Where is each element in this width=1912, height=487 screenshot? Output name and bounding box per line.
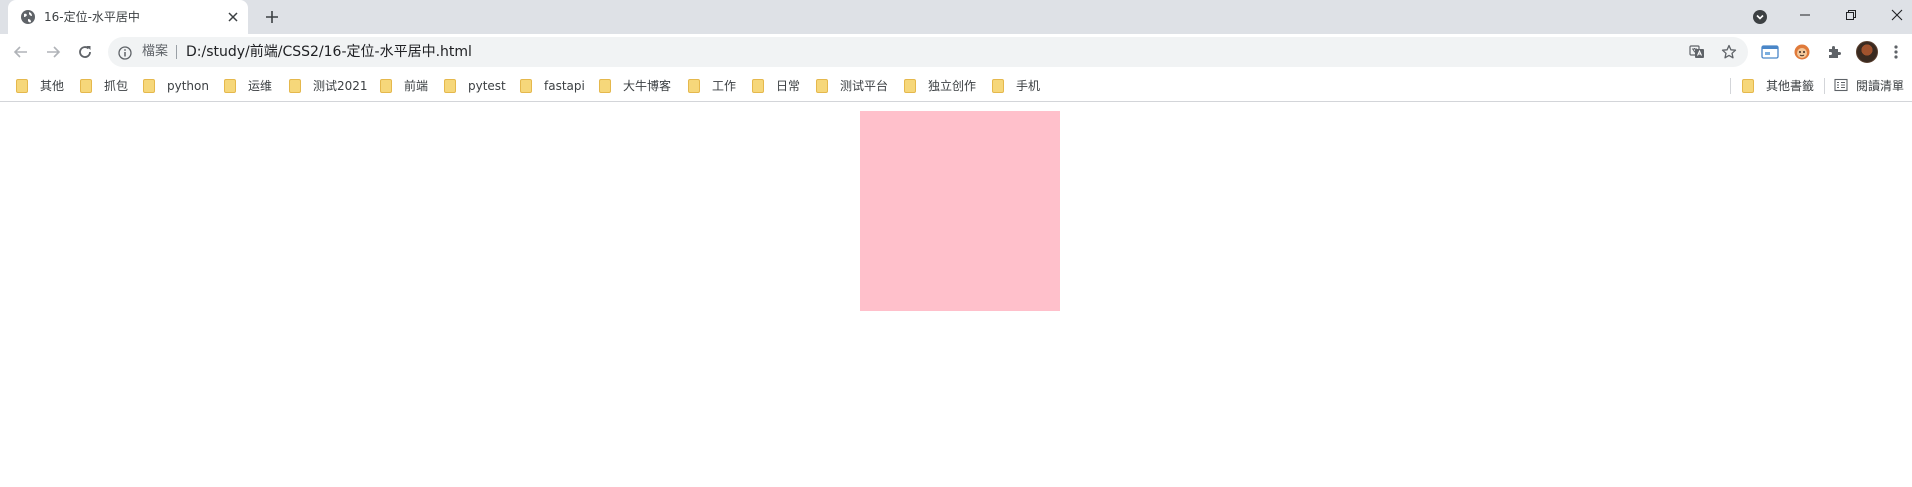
more-menu-icon[interactable] — [1886, 40, 1906, 64]
folder-icon — [289, 79, 301, 93]
globe-icon — [20, 9, 36, 25]
bookmark-label: 抓包 — [104, 79, 129, 93]
bookmark-folder[interactable]: 其他 — [16, 76, 64, 96]
other-bookmarks-folder[interactable]: 其他書籤 — [1742, 76, 1814, 96]
new-tab-button[interactable] — [260, 5, 284, 29]
folder-icon — [752, 79, 764, 93]
bookmark-folder[interactable]: 测试平台 — [816, 76, 888, 96]
divider — [1824, 78, 1825, 94]
page-viewport — [0, 103, 1912, 487]
bookmark-label: 前端 — [404, 79, 429, 93]
forward-arrow-icon[interactable] — [40, 39, 66, 65]
divider — [1730, 78, 1731, 94]
monkey-extension-icon[interactable] — [1792, 42, 1812, 62]
browser-toolbar: 檔案 D:/study/前端/CSS2/16-定位-水平居中.html — [0, 34, 1912, 70]
bookmark-folder[interactable]: 手机 — [992, 76, 1040, 96]
bookmark-label: python — [167, 79, 209, 93]
active-tab[interactable]: 16-定位-水平居中 — [8, 0, 248, 34]
bookmark-label: 日常 — [776, 79, 801, 93]
reading-list-label: 閱讀清單 — [1856, 79, 1905, 93]
profile-avatar[interactable] — [1856, 41, 1878, 63]
bookmark-label: 其他 — [40, 79, 65, 93]
bookmark-label: 测试2021 — [313, 79, 368, 93]
bookmark-label: 工作 — [712, 79, 737, 93]
reading-list-button[interactable]: 閱讀清單 — [1834, 76, 1904, 96]
folder-icon — [380, 79, 392, 93]
tab-title: 16-定位-水平居中 — [44, 10, 140, 24]
bookmark-folder[interactable]: 独立创作 — [904, 76, 976, 96]
bookmark-label: fastapi — [544, 79, 585, 93]
divider — [176, 45, 177, 59]
bookmark-label: 手机 — [1016, 79, 1041, 93]
bookmark-folder[interactable]: 运维 — [224, 76, 272, 96]
bookmarks-bar: 其他 抓包 python 运维 测试2021 前端 pytest fastapi… — [0, 70, 1912, 102]
bookmark-folder[interactable]: fastapi — [520, 76, 585, 96]
translate-icon[interactable] — [1688, 43, 1706, 61]
close-tab-icon[interactable] — [224, 8, 242, 26]
bookmark-folder[interactable]: 大牛博客 — [599, 76, 671, 96]
bookmark-star-icon[interactable] — [1720, 43, 1738, 61]
folder-icon — [80, 79, 92, 93]
bookmark-folder[interactable]: 测试2021 — [289, 76, 368, 96]
bookmark-folder[interactable]: 抓包 — [80, 76, 128, 96]
folder-icon — [688, 79, 700, 93]
bookmark-label: 独立创作 — [928, 79, 977, 93]
folder-icon — [520, 79, 532, 93]
folder-icon — [816, 79, 828, 93]
centered-pink-box — [860, 111, 1060, 311]
other-bookmarks-label: 其他書籤 — [1766, 79, 1815, 93]
bookmark-label: pytest — [468, 79, 506, 93]
reading-list-icon — [1834, 77, 1848, 96]
window-close-icon[interactable] — [1874, 0, 1912, 30]
tab-strip: 16-定位-水平居中 — [0, 0, 1912, 34]
bookmark-folder[interactable]: 日常 — [752, 76, 800, 96]
folder-icon — [992, 79, 1004, 93]
folder-icon — [444, 79, 456, 93]
folder-icon — [16, 79, 28, 93]
folder-icon — [143, 79, 155, 93]
url-text[interactable]: D:/study/前端/CSS2/16-定位-水平居中.html — [186, 44, 472, 60]
folder-icon — [599, 79, 611, 93]
restore-icon[interactable] — [1828, 0, 1874, 30]
info-icon[interactable] — [118, 45, 132, 60]
bookmark-folder[interactable]: python — [143, 76, 209, 96]
puzzle-extensions-icon[interactable] — [1824, 42, 1844, 62]
site-security-label: 檔案 — [142, 44, 169, 59]
folder-icon — [224, 79, 236, 93]
bookmark-folder[interactable]: 前端 — [380, 76, 428, 96]
address-bar[interactable]: 檔案 D:/study/前端/CSS2/16-定位-水平居中.html — [108, 37, 1748, 67]
extension-window-icon[interactable] — [1760, 42, 1780, 62]
tab-search-icon[interactable] — [1750, 7, 1770, 27]
bookmark-label: 运维 — [248, 79, 273, 93]
bookmark-label: 测试平台 — [840, 79, 889, 93]
folder-icon — [904, 79, 916, 93]
bookmark-folder[interactable]: 工作 — [688, 76, 736, 96]
reload-icon[interactable] — [72, 39, 98, 65]
minimize-icon[interactable] — [1782, 0, 1828, 30]
bookmark-label: 大牛博客 — [623, 79, 672, 93]
bookmark-folder[interactable]: pytest — [444, 76, 506, 96]
back-arrow-icon[interactable] — [8, 39, 34, 65]
folder-icon — [1742, 79, 1754, 93]
